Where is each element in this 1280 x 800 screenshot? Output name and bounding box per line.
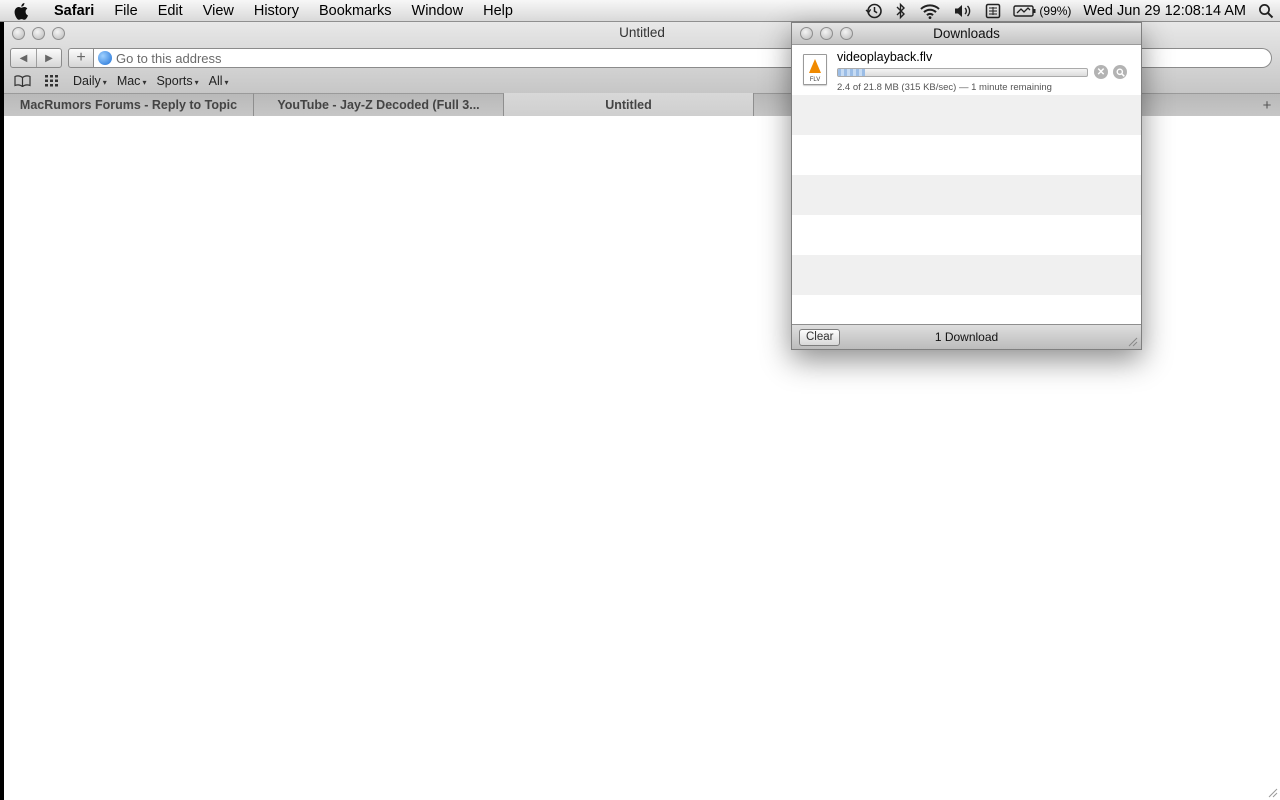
menu-safari[interactable]: Safari [44,0,104,22]
spotlight-icon[interactable] [1258,3,1274,19]
download-progress-fill [838,69,866,76]
globe-icon [98,51,112,65]
downloads-titlebar: Downloads [792,23,1141,45]
back-forward-buttons: ◀ ▶ [10,48,62,68]
menubar-clock[interactable]: Wed Jun 29 12:08:14 AM [1083,3,1246,19]
resize-grip-icon[interactable] [1127,336,1138,347]
download-item[interactable]: FLV videoplayback.flv ✕ 2.4 of 21.8 MB (… [792,45,1141,95]
status-menus: (99%) Wed Jun 29 12:08:14 AM [859,0,1280,22]
downloads-list: FLV videoplayback.flv ✕ 2.4 of 21.8 MB (… [792,45,1141,325]
battery-menu[interactable]: (99%) [1013,4,1071,18]
bluetooth-icon[interactable] [895,2,907,20]
vlc-cone-icon [809,59,821,73]
list-row-empty [792,175,1141,215]
downloads-window: Downloads FLV videoplayback.flv ✕ 2.4 of… [791,22,1142,350]
list-row-empty [792,215,1141,255]
list-row-empty [792,295,1141,325]
reveal-in-finder-button[interactable] [1113,65,1127,79]
file-extension-label: FLV [809,77,821,83]
battery-percent: (99%) [1039,3,1072,18]
plus-icon: + [1262,96,1272,114]
wifi-icon[interactable] [919,2,941,20]
plus-icon: + [76,49,86,66]
chevron-down-icon: ▾ [142,78,147,87]
bookmarks-bar: Daily ▾ Mac ▾ Sports ▾ All ▾ [14,72,239,90]
menu-view[interactable]: View [193,0,244,22]
menu-bookmarks[interactable]: Bookmarks [309,0,402,22]
bookmarks-book-icon[interactable] [14,75,31,87]
add-bookmark-button[interactable]: + [68,48,94,68]
bookmark-label: Daily [73,74,101,88]
bookmark-label: Mac [116,74,141,88]
back-button[interactable]: ◀ [11,49,36,67]
chevron-down-icon: ▾ [224,78,229,87]
tab-untitled[interactable]: Untitled [504,93,754,116]
chevron-down-icon: ▾ [102,78,107,87]
resize-grip-icon[interactable] [1267,787,1278,798]
magnifier-icon [1116,68,1125,77]
tab-youtube[interactable]: YouTube - Jay-Z Decoded (Full 3... [254,93,504,116]
menu-history[interactable]: History [244,0,309,22]
download-progress-bar [837,68,1088,77]
downloads-footer: Clear 1 Download [792,324,1141,349]
list-row-empty [792,95,1141,135]
close-icon: ✕ [1096,66,1106,78]
menu-edit[interactable]: Edit [148,0,193,22]
volume-icon[interactable] [953,2,973,20]
battery-charging-icon [1013,4,1036,17]
download-status: 2.4 of 21.8 MB (315 KB/sec) — 1 minute r… [837,82,1052,93]
bookmark-folder-all[interactable]: All ▾ [209,74,229,88]
input-menu-icon[interactable] [985,3,1001,19]
chevron-down-icon: ▾ [194,78,199,87]
forward-arrow-icon: ▶ [45,52,53,64]
bookmark-folder-mac[interactable]: Mac ▾ [117,74,147,88]
stop-download-button[interactable]: ✕ [1094,65,1108,79]
top-sites-grid-icon[interactable] [45,75,59,87]
download-filename: videoplayback.flv [837,50,933,64]
apple-logo-icon [14,2,28,20]
list-row-empty [792,135,1141,175]
list-row-empty [792,255,1141,295]
menu-help[interactable]: Help [473,0,523,22]
downloads-title: Downloads [933,26,1000,41]
bookmark-label: All [208,74,223,88]
apple-menu[interactable] [0,2,44,20]
bookmark-label: Sports [156,74,193,88]
tab-macrumors[interactable]: MacRumors Forums - Reply to Topic [4,93,254,116]
flv-file-icon: FLV [803,54,827,85]
menu-file[interactable]: File [104,0,147,22]
menu-window[interactable]: Window [402,0,474,22]
new-tab-button[interactable]: + [1254,93,1280,116]
back-arrow-icon: ◀ [19,52,28,64]
menu-bar: Safari File Edit View History Bookmarks … [0,0,1280,22]
bookmark-folder-daily[interactable]: Daily ▾ [73,74,107,88]
time-machine-icon[interactable] [865,2,883,20]
bookmark-folder-sports[interactable]: Sports ▾ [156,74,198,88]
forward-button[interactable]: ▶ [36,49,61,67]
download-count: 1 Download [934,330,999,344]
